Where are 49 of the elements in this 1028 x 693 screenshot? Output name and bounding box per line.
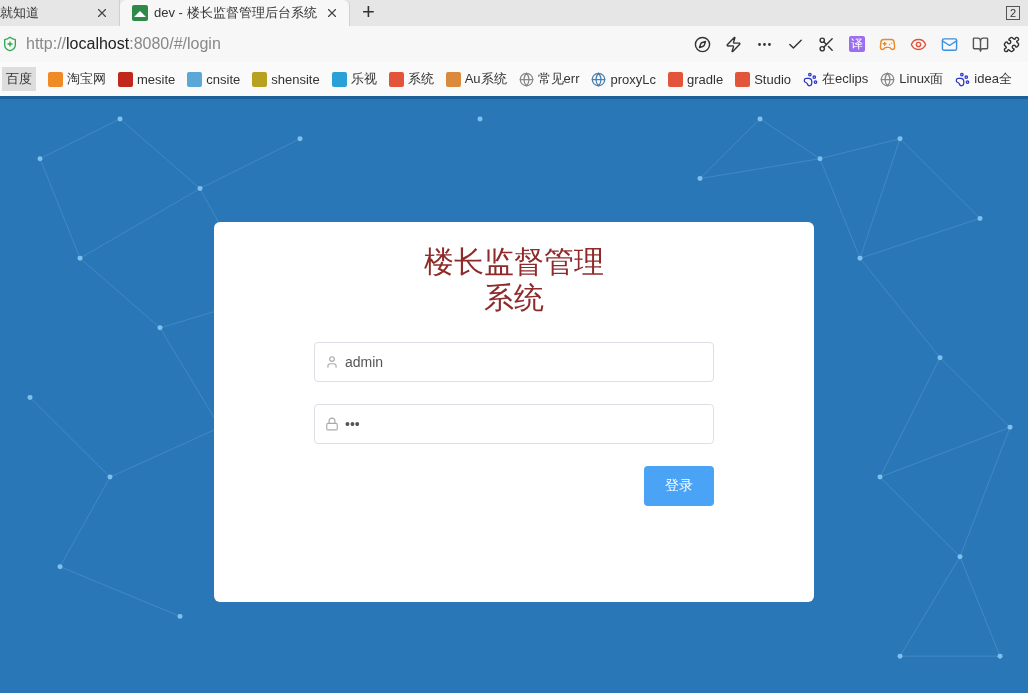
bookmark-item[interactable]: Studio	[735, 71, 792, 87]
bookmark-item[interactable]: shensite	[252, 71, 320, 87]
bookmark-item[interactable]: gradle	[668, 71, 724, 87]
bookmark-label: Linux面	[899, 70, 944, 88]
bookmark-item[interactable]: Linux面	[880, 70, 944, 88]
bookmark-item[interactable]: 在eclips	[803, 70, 869, 88]
scissors-icon[interactable]	[818, 35, 835, 53]
bookmark-item[interactable]: mesite	[118, 71, 176, 87]
lightning-icon[interactable]	[725, 35, 742, 53]
address-field[interactable]: http://localhost:8080/#/login	[26, 35, 221, 53]
user-icon	[325, 355, 339, 369]
bookmark-label: idea全	[974, 70, 1012, 88]
bookmark-label: cnsite	[206, 71, 241, 87]
browser-tab[interactable]: dev - 楼长监督管理后台系统	[120, 0, 350, 26]
bookmark-label: Studio	[754, 71, 792, 87]
bookmark-item[interactable]: 常见err	[518, 70, 580, 88]
browser-tab[interactable]: 就知道	[0, 0, 120, 26]
bookmark-label: 系统	[407, 70, 434, 88]
bookmark-label: proxyLc	[610, 71, 656, 87]
bookmark-item[interactable]: cnsite	[187, 71, 241, 87]
lock-icon	[325, 417, 339, 431]
mail-icon[interactable]	[941, 35, 958, 53]
bookmark-label: 淘宝网	[67, 70, 106, 88]
bookmark-item[interactable]: idea全	[955, 70, 1012, 88]
password-field[interactable]: •••	[314, 404, 714, 444]
bookmark-label: shensite	[271, 71, 320, 87]
bookmark-label: 在eclips	[822, 70, 869, 88]
puzzle-icon[interactable]	[1003, 35, 1020, 53]
bookmark-item[interactable]: 系统	[388, 70, 434, 88]
bookmark-item[interactable]: 乐视	[331, 70, 377, 88]
bookmark-label: 常见err	[537, 70, 580, 88]
bookmark-item[interactable]: 淘宝网	[48, 70, 106, 88]
close-icon[interactable]	[95, 6, 109, 20]
bookmark-label: mesite	[137, 71, 176, 87]
translate-button[interactable]: 译	[849, 36, 865, 52]
site-favicon-icon	[132, 5, 148, 21]
tab-count[interactable]: 2	[1005, 6, 1020, 20]
new-tab-button[interactable]: +	[362, 0, 375, 24]
system-title: 楼长监督管理系统	[423, 244, 605, 316]
bookmark-item[interactable]: Au系统	[445, 70, 507, 88]
bookmark-label: gradle	[687, 71, 724, 87]
bookmark-label: 乐视	[350, 70, 377, 88]
close-icon[interactable]	[325, 6, 339, 20]
bookmark-label: Au系统	[464, 70, 507, 88]
username-field[interactable]: admin	[314, 342, 714, 382]
shield-icon	[2, 36, 18, 52]
compass-icon[interactable]	[694, 35, 711, 53]
book-icon[interactable]	[972, 35, 989, 53]
bookmark-item[interactable]: proxyLc	[591, 71, 656, 87]
